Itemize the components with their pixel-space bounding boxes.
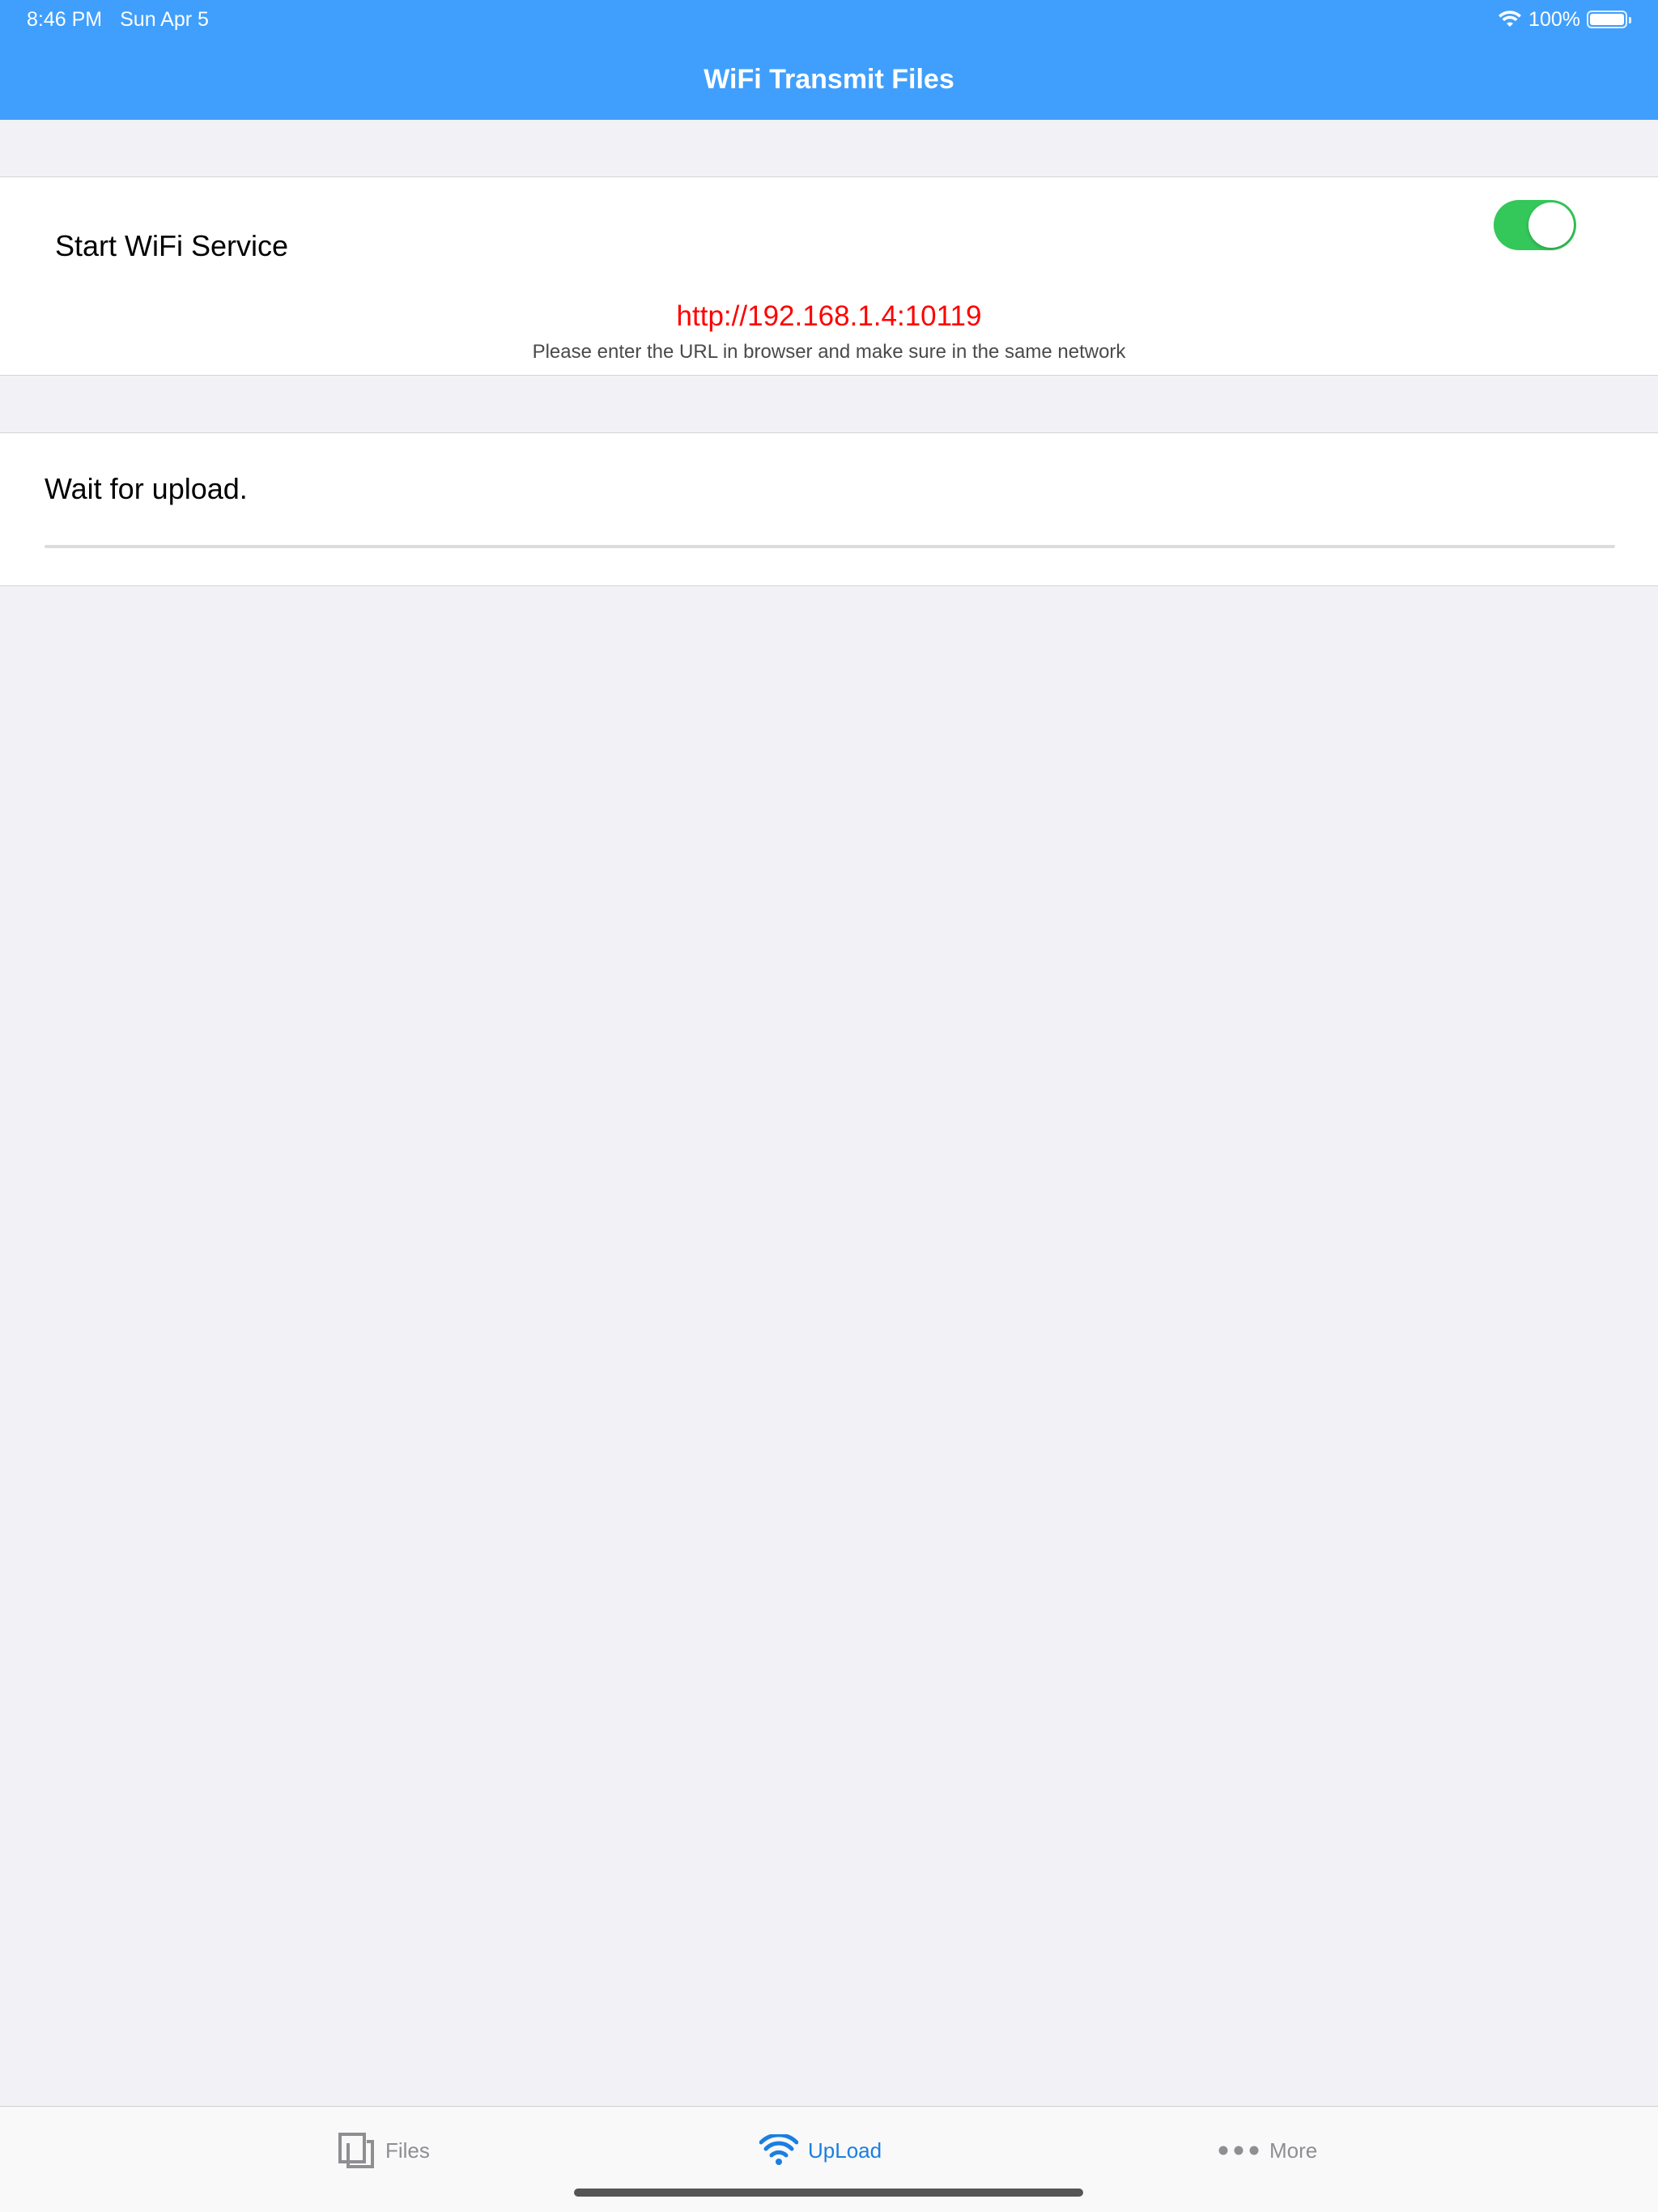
status-bar-left: 8:46 PM Sun Apr 5 [27,8,209,31]
tab-upload[interactable]: UpLoad [759,2126,882,2175]
url-hint: Please enter the URL in browser and make… [532,341,1126,363]
tab-more-label: More [1269,2138,1318,2163]
top-header: 8:46 PM Sun Apr 5 100% WiFi Transmit Fil… [0,0,1658,120]
upload-status-text: Wait for upload. [45,472,248,505]
tab-files-label: Files [385,2138,430,2163]
more-icon [1218,2145,1260,2156]
files-icon [337,2132,376,2169]
home-indicator [574,2189,1083,2197]
tab-files[interactable]: Files [337,2126,430,2175]
page-title: WiFi Transmit Files [704,64,954,95]
battery-fill [1590,14,1624,25]
status-date: Sun Apr 5 [120,8,209,31]
upload-status-section: Wait for upload. [0,432,1658,586]
battery-percent: 100% [1528,7,1580,31]
wifi-icon [759,2134,798,2167]
wifi-service-label: Start WiFi Service [55,229,289,262]
status-time: 8:46 PM [27,8,103,31]
wifi-service-section: Start WiFi Service http://192.168.1.4:10… [0,177,1658,376]
wifi-signal-icon [1498,11,1522,28]
status-bar-right: 100% [1498,6,1632,32]
server-url: http://192.168.1.4:10119 [676,300,982,332]
toggle-knob [1528,202,1574,248]
wifi-service-toggle[interactable] [1494,200,1576,250]
upload-progress-bar [45,545,1615,548]
tab-more[interactable]: More [1218,2126,1317,2175]
tab-upload-label: UpLoad [808,2138,882,2163]
battery-icon [1587,11,1631,28]
